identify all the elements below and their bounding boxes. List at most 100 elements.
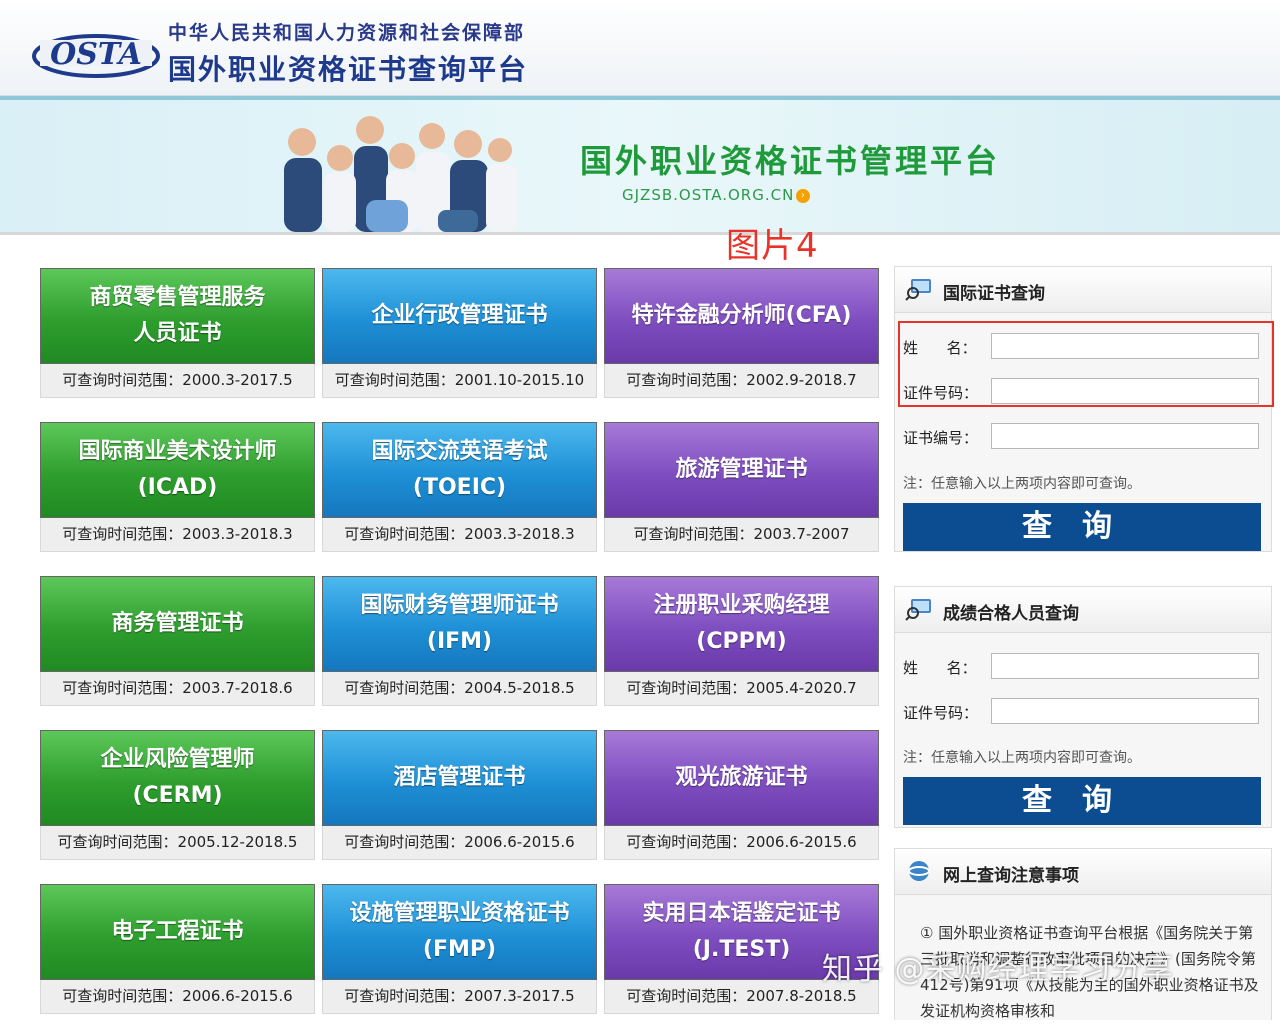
query-range: 可查询时间范围：2001.10-2015.10	[322, 364, 597, 398]
certificate-tile-button[interactable]: 旅游管理证书	[604, 422, 879, 518]
certificate-name: (CPPM)	[696, 629, 787, 654]
people-photo	[284, 116, 518, 232]
certificate-tile-button[interactable]: 国际财务管理师证书 (IFM)	[322, 576, 597, 672]
query-range: 可查询时间范围：2004.5-2018.5	[322, 672, 597, 706]
query-range: 可查询时间范围：2003.7-2007	[604, 518, 879, 552]
certificate-tile-button[interactable]: 国际交流英语考试 (TOEIC)	[322, 422, 597, 518]
name-row: 姓 名：	[903, 653, 1265, 681]
watermark: 知乎 @采购经理学习分享	[822, 952, 1174, 987]
certificate-name: 企业风险管理师	[100, 747, 255, 772]
certificate-name: 设施管理职业资格证书	[349, 901, 570, 926]
certificate-name: 国际交流英语考试	[371, 439, 548, 464]
certificate-tile[interactable]: 国际商业美术设计师 (ICAD) 可查询时间范围：2003.3-2018.3	[40, 422, 315, 554]
certificate-tile-button[interactable]: 注册职业采购经理 (CPPM)	[604, 576, 879, 672]
query-range: 可查询时间范围：2005.4-2020.7	[604, 672, 879, 706]
certificate-name: 特许金融分析师(CFA)	[631, 303, 852, 328]
certificate-name: 商贸零售管理服务	[89, 285, 266, 310]
logo-text: OSTA	[50, 37, 142, 72]
highlight-box	[898, 321, 1274, 407]
certificate-name: 观光旅游证书	[675, 765, 808, 790]
certificate-name: (IFM)	[426, 629, 493, 654]
query-range: 可查询时间范围：2006.6-2015.6	[40, 980, 315, 1014]
panel-title: 网上查询注意事项	[943, 866, 1079, 886]
query-note: 注：任意输入以上两项内容即可查询。	[903, 750, 1141, 766]
certificate-tile[interactable]: 注册职业采购经理 (CPPM) 可查询时间范围：2005.4-2020.7	[604, 576, 879, 708]
certificate-tile[interactable]: 电子工程证书可查询时间范围：2006.6-2015.6	[40, 884, 315, 1016]
certificate-tile-button[interactable]: 观光旅游证书	[604, 730, 879, 826]
certificate-tile-button[interactable]: 商贸零售管理服务 人员证书	[40, 268, 315, 364]
certificate-name: (ICAD)	[137, 475, 218, 500]
certificate-tile-button[interactable]: 电子工程证书	[40, 884, 315, 980]
panel-title: 成绩合格人员查询	[943, 604, 1079, 624]
id-row: 证件号码：	[903, 698, 1265, 726]
query-range: 可查询时间范围：2002.9-2018.7	[604, 364, 879, 398]
image-caption: 图片4	[726, 226, 819, 266]
certificate-name: 商务管理证书	[111, 611, 244, 636]
certificate-tile-button[interactable]: 企业行政管理证书	[322, 268, 597, 364]
banner-url-text: GJZSB.OSTA.ORG.CN	[622, 186, 795, 204]
name-input[interactable]	[991, 653, 1259, 679]
cert-query-panel: 国际证书查询 姓 名： 证件号码： 证书编号： 注：任意输入以上两项内容即可查询…	[894, 266, 1272, 552]
query-range: 可查询时间范围：2003.3-2018.3	[322, 518, 597, 552]
certificate-tile[interactable]: 设施管理职业资格证书 (FMP) 可查询时间范围：2007.3-2017.5	[322, 884, 597, 1016]
certificate-tile[interactable]: 企业风险管理师 (CERM) 可查询时间范围：2005.12-2018.5	[40, 730, 315, 862]
ministry-name: 中华人民共和国人力资源和社会保障部	[168, 22, 526, 44]
query-note: 注：任意输入以上两项内容即可查询。	[903, 476, 1141, 492]
certificate-tile-button[interactable]: 酒店管理证书	[322, 730, 597, 826]
certificate-tile-button[interactable]: 设施管理职业资格证书 (FMP)	[322, 884, 597, 980]
certificate-tile-button[interactable]: 特许金融分析师(CFA)	[604, 268, 879, 364]
certificate-name: 注册职业采购经理	[653, 593, 830, 618]
certificate-tile[interactable]: 酒店管理证书可查询时间范围：2006.6-2015.6	[322, 730, 597, 862]
search-computer-icon	[905, 279, 931, 301]
certificate-tile[interactable]: 企业行政管理证书 可查询时间范围：2001.10-2015.10	[322, 268, 597, 400]
certificate-tile[interactable]: 国际交流英语考试 (TOEIC) 可查询时间范围：2003.3-2018.3	[322, 422, 597, 554]
cert-no-row: 证书编号：	[903, 423, 1265, 451]
certificate-tile-button[interactable]: 企业风险管理师 (CERM)	[40, 730, 315, 826]
certificate-tile[interactable]: 国际财务管理师证书 (IFM) 可查询时间范围：2004.5-2018.5	[322, 576, 597, 708]
certificate-tile[interactable]: 特许金融分析师(CFA) 可查询时间范围：2002.9-2018.7	[604, 268, 879, 400]
certificate-tile-button[interactable]: 国际商业美术设计师 (ICAD)	[40, 422, 315, 518]
banner-title: 国外职业资格证书管理平台	[580, 142, 1001, 180]
id-label: 证件号码：	[903, 704, 979, 722]
banner-url-link[interactable]: GJZSB.OSTA.ORG.CN ›	[622, 186, 811, 204]
query-range: 可查询时间范围：2003.3-2018.3	[40, 518, 315, 552]
panel-header: 网上查询注意事项	[895, 849, 1271, 895]
osta-logo-icon[interactable]: OSTA	[26, 18, 166, 82]
certificate-name: 酒店管理证书	[393, 765, 526, 790]
panel-header: 成绩合格人员查询	[895, 587, 1271, 633]
query-range: 可查询时间范围：2005.12-2018.5	[40, 826, 315, 860]
name-label: 姓 名：	[903, 659, 977, 677]
certificate-tile[interactable]: 观光旅游证书 可查询时间范围：2006.6-2015.6	[604, 730, 879, 862]
certificate-tile[interactable]: 商贸零售管理服务 人员证书 可查询时间范围：2000.3-2017.5	[40, 268, 315, 400]
cert-no-label: 证书编号：	[903, 429, 979, 447]
certificate-tile[interactable]: 商务管理证书 可查询时间范围：2003.7-2018.6	[40, 576, 315, 708]
arrow-right-circle-icon: ›	[796, 188, 811, 203]
certificate-name: (FMP)	[422, 937, 497, 962]
panel-title: 国际证书查询	[943, 284, 1045, 304]
site-header: OSTA 中华人民共和国人力资源和社会保障部 国外职业资格证书查询平台	[0, 0, 1280, 96]
certificate-tile[interactable]: 旅游管理证书可查询时间范围：2003.7-2007	[604, 422, 879, 554]
query-button[interactable]: 查询	[903, 503, 1261, 551]
certificate-name: 国际商业美术设计师	[78, 439, 277, 464]
certificate-name: (TOEIC)	[412, 475, 507, 500]
query-range: 可查询时间范围：2000.3-2017.5	[40, 364, 315, 398]
cert-no-input[interactable]	[991, 423, 1259, 449]
panel-header: 国际证书查询	[895, 267, 1271, 313]
query-range: 可查询时间范围：2007.3-2017.5	[322, 980, 597, 1014]
query-button[interactable]: 查询	[903, 777, 1261, 825]
notice-icon	[908, 861, 930, 881]
certificate-name: 电子工程证书	[111, 919, 244, 944]
certificate-name: 人员证书	[133, 321, 222, 346]
certificate-name: (J.TEST)	[692, 937, 791, 962]
certificate-name: 国际财务管理师证书	[360, 593, 559, 618]
query-range: 可查询时间范围：2006.6-2015.6	[322, 826, 597, 860]
page-title: 国外职业资格证书查询平台	[168, 53, 529, 86]
search-computer-icon	[905, 599, 931, 621]
certificate-name: (CERM)	[132, 783, 223, 808]
hero-banner: 国外职业资格证书管理平台 GJZSB.OSTA.ORG.CN ›	[0, 100, 1280, 232]
score-query-panel: 成绩合格人员查询 姓 名： 证件号码： 注：任意输入以上两项内容即可查询。 查询	[894, 586, 1272, 828]
certificate-name: 实用日本语鉴定证书	[642, 901, 841, 926]
certificate-tile-button[interactable]: 商务管理证书	[40, 576, 315, 672]
certificate-name: 旅游管理证书	[675, 457, 808, 482]
id-input[interactable]	[991, 698, 1259, 724]
